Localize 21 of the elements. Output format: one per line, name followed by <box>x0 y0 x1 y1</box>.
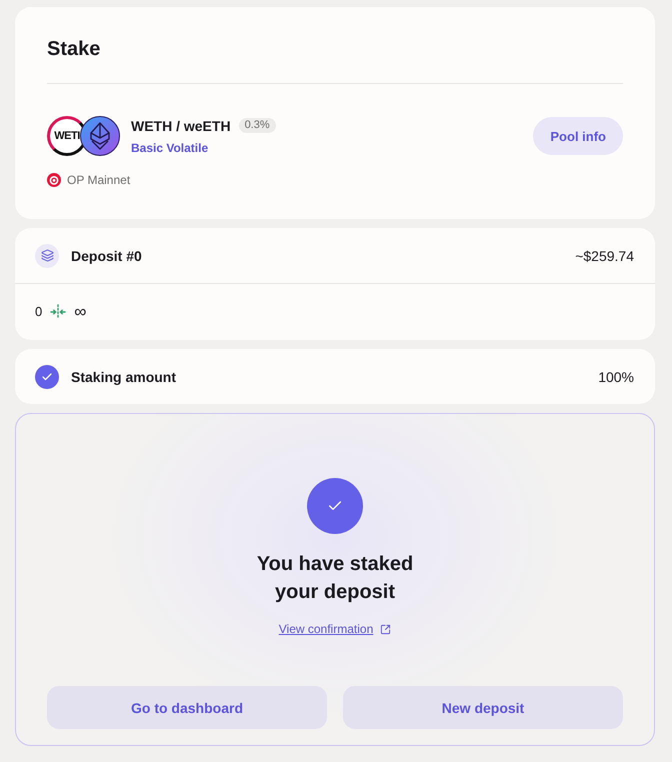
network-name: OP Mainnet <box>67 173 130 187</box>
range-arrows-icon <box>50 304 66 320</box>
external-link-icon <box>380 624 392 634</box>
pool-type-label: Basic Volatile <box>131 140 210 156</box>
layers-icon <box>35 244 59 268</box>
ring-logo-icon <box>47 173 61 187</box>
deposit-value: ~$259.74 <box>575 246 634 264</box>
pool-pair-name: WETH / weETH <box>131 116 231 134</box>
deposit-title: Deposit #0 <box>71 246 143 264</box>
range-min: 0 <box>35 304 42 320</box>
staking-amount-label: Staking amount <box>71 368 178 386</box>
staking-amount-value: 100% <box>598 368 634 386</box>
dashboard-button[interactable]: Go to dashboard <box>47 686 327 729</box>
diamond-coin-icon <box>80 116 120 156</box>
view-confirmation-link[interactable]: View confirmation <box>278 622 392 636</box>
range-max: ∞ <box>74 304 86 320</box>
fee-badge: 0.3% <box>238 118 276 133</box>
card-title: Stake <box>47 37 100 61</box>
new-deposit-button[interactable]: New deposit <box>343 686 623 729</box>
success-heading: You have staked your deposit <box>256 552 414 605</box>
pool-info-button[interactable]: Pool info <box>533 117 623 155</box>
